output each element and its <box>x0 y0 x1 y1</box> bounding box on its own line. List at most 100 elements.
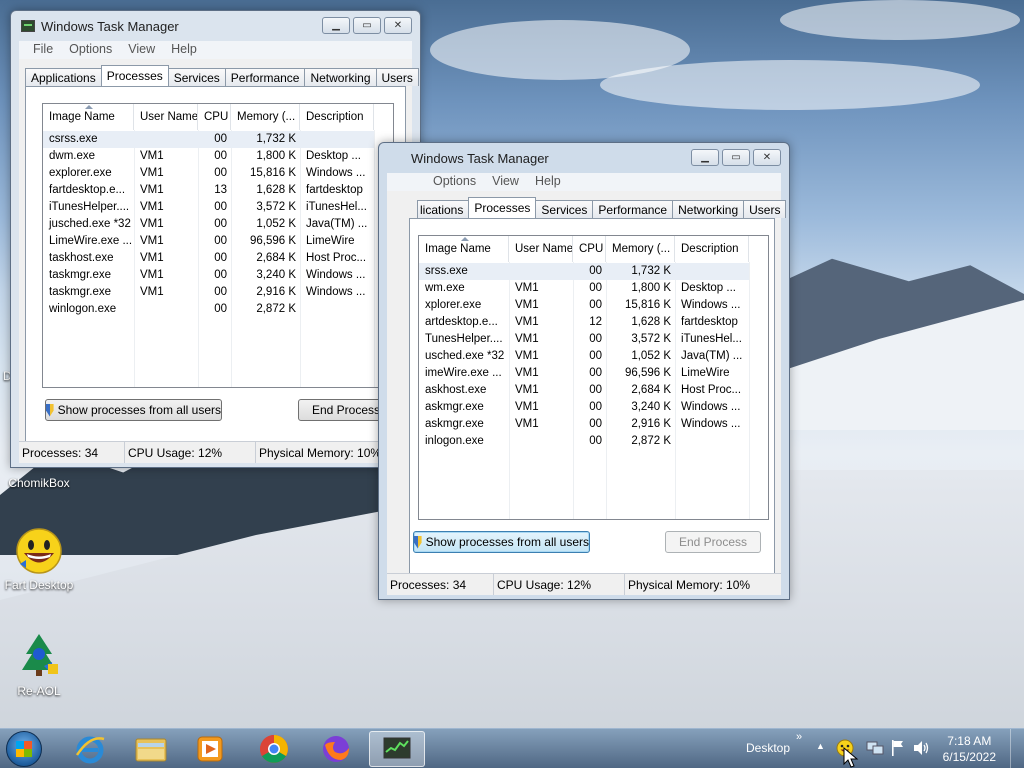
title-bar[interactable]: Windows Task Manager ▁ ▭ ✕ <box>379 143 789 173</box>
table-row[interactable]: winlogon.exe 00 2,872 K <box>43 301 374 318</box>
table-row[interactable]: LimeWire.exe ... VM1 00 96,596 K LimeWire <box>43 233 374 250</box>
network-icon[interactable] <box>866 739 884 768</box>
table-row[interactable]: askmgr.exe VM1 00 2,916 K Windows ... <box>419 416 749 433</box>
minimize-button[interactable]: ▁ <box>322 17 350 34</box>
cell-cpu: 00 <box>214 235 227 247</box>
desktop-toolbar-label[interactable]: Desktop <box>746 741 790 768</box>
table-row[interactable]: usched.exe *32 VM1 00 1,052 K Java(TM) ... <box>419 348 749 365</box>
menu-view[interactable]: View <box>484 173 527 191</box>
show-desktop-button[interactable] <box>1010 729 1024 768</box>
menu-help[interactable]: Help <box>163 41 205 59</box>
tab-networking[interactable]: Networking <box>304 68 377 86</box>
task-manager-window-front[interactable]: Windows Task Manager ▁ ▭ ✕ Options View … <box>378 142 790 600</box>
cell-description: Windows ... <box>306 269 366 281</box>
tab-performance[interactable]: Performance <box>224 68 306 86</box>
table-row[interactable]: dwm.exe VM1 00 1,800 K Desktop ... <box>43 148 374 165</box>
table-row[interactable]: iTunesHelper.... VM1 00 3,572 K iTunesHel... <box>43 199 374 216</box>
maximize-button[interactable]: ▭ <box>353 17 381 34</box>
taskbar-media-player[interactable] <box>182 731 238 767</box>
tab-applications[interactable]: Applications <box>25 68 102 86</box>
column-header-image-name[interactable]: Image Name <box>43 104 134 130</box>
column-header-description[interactable]: Description <box>300 104 374 130</box>
close-button[interactable]: ✕ <box>384 17 412 34</box>
tab-services[interactable]: Services <box>167 68 226 86</box>
tab-processes[interactable]: Processes <box>100 65 169 86</box>
menu-view[interactable]: View <box>120 41 163 59</box>
cell-description: LimeWire <box>681 367 730 379</box>
table-row[interactable]: TunesHelper.... VM1 00 3,572 K iTunesHel... <box>419 331 749 348</box>
desktop-icon-chomikbox[interactable]: ChomikBox <box>3 474 75 490</box>
tab-applications[interactable]: lications <box>417 200 470 218</box>
show-all-processes-button[interactable]: Show processes from all users <box>45 399 222 421</box>
table-row[interactable]: xplorer.exe VM1 00 15,816 K Windows ... <box>419 297 749 314</box>
cell-image-name: LimeWire.exe ... <box>49 235 133 247</box>
task-manager-window-back[interactable]: Windows Task Manager ▁ ▭ ✕ File Options … <box>10 10 421 468</box>
taskbar-internet-explorer[interactable] <box>62 731 118 767</box>
column-header-user-name[interactable]: User Name <box>509 236 573 262</box>
title-bar[interactable]: Windows Task Manager ▁ ▭ ✕ <box>11 11 420 41</box>
maximize-button[interactable]: ▭ <box>722 149 750 166</box>
process-list[interactable]: Image Name User Name CPU Memory (... Des… <box>42 103 394 388</box>
table-row[interactable]: taskhost.exe VM1 00 2,684 K Host Proc... <box>43 250 374 267</box>
taskbar-firefox[interactable] <box>308 731 364 767</box>
tab-performance[interactable]: Performance <box>592 200 674 218</box>
tab-services[interactable]: Services <box>535 200 594 218</box>
desktop-icon-re-aol[interactable]: Re-AOL <box>3 632 75 698</box>
menu-options[interactable]: Options <box>425 173 484 191</box>
tab-processes[interactable]: Processes <box>468 197 537 218</box>
minimize-button[interactable]: ▁ <box>691 149 719 166</box>
taskbar-task-manager[interactable] <box>369 731 425 767</box>
table-row[interactable]: wm.exe VM1 00 1,800 K Desktop ... <box>419 280 749 297</box>
close-button[interactable]: ✕ <box>753 149 781 166</box>
end-process-button[interactable]: End Process <box>665 531 761 553</box>
desktop-icon-fart-desktop[interactable]: Fart Desktop <box>3 526 75 592</box>
minimize-icon: ▁ <box>332 20 340 31</box>
process-list[interactable]: Image Name User Name CPU Memory (... Des… <box>418 235 769 520</box>
column-header-description[interactable]: Description <box>675 236 749 262</box>
tab-users[interactable]: Users <box>743 200 787 218</box>
cell-description <box>675 433 749 450</box>
tab-networking[interactable]: Networking <box>672 200 745 218</box>
table-row[interactable]: imeWire.exe ... VM1 00 96,596 K LimeWire <box>419 365 749 382</box>
column-header-cpu[interactable]: CPU <box>198 104 231 130</box>
start-button[interactable] <box>6 731 42 767</box>
table-row[interactable]: taskmgr.exe VM1 00 3,240 K Windows ... <box>43 267 374 284</box>
status-bar: Processes: 34 CPU Usage: 12% Physical Me… <box>387 573 781 595</box>
cell-image-name: usched.exe *32 <box>425 350 505 362</box>
column-header-user-name[interactable]: User Name <box>134 104 198 130</box>
menu-file[interactable]: File <box>25 41 61 59</box>
table-row[interactable]: inlogon.exe 00 2,872 K <box>419 433 749 450</box>
clock[interactable]: 7:18 AM 6/15/2022 <box>943 733 996 765</box>
taskbar-file-explorer[interactable] <box>123 731 179 767</box>
cell-memory: 3,572 K <box>631 333 671 345</box>
table-row[interactable]: jusched.exe *32 VM1 00 1,052 K Java(TM) ... <box>43 216 374 233</box>
cell-description: iTunesHel... <box>681 333 742 345</box>
menu-help[interactable]: Help <box>527 173 569 191</box>
table-row[interactable]: askmgr.exe VM1 00 3,240 K Windows ... <box>419 399 749 416</box>
table-row[interactable]: artdesktop.e... VM1 12 1,628 K fartdesktop <box>419 314 749 331</box>
tray-expand-icon[interactable]: ▲ <box>816 741 825 768</box>
volume-icon[interactable] <box>912 739 930 768</box>
cell-user-name: VM1 <box>140 235 164 247</box>
table-row[interactable]: csrss.exe 00 1,732 K <box>43 131 374 148</box>
table-row[interactable]: taskmgr.exe VM1 00 2,916 K Windows ... <box>43 284 374 301</box>
cell-user-name <box>509 433 573 450</box>
table-row[interactable]: fartdesktop.e... VM1 13 1,628 K fartdesktop <box>43 182 374 199</box>
column-header-image-name[interactable]: Image Name <box>419 236 509 262</box>
column-header-memory[interactable]: Memory (... <box>606 236 675 262</box>
table-row[interactable]: explorer.exe VM1 00 15,816 K Windows ... <box>43 165 374 182</box>
column-header-memory[interactable]: Memory (... <box>231 104 300 130</box>
taskbar-chrome[interactable] <box>246 731 302 767</box>
menu-options[interactable]: Options <box>61 41 120 59</box>
cell-cpu: 00 <box>589 265 602 277</box>
action-center-flag-icon[interactable] <box>890 739 906 768</box>
cell-description: Desktop ... <box>681 282 736 294</box>
tab-users[interactable]: Users <box>375 68 419 86</box>
column-header-cpu[interactable]: CPU <box>573 236 606 262</box>
cloud <box>600 60 980 110</box>
table-row[interactable]: srss.exe 00 1,732 K <box>419 263 749 280</box>
show-all-processes-button[interactable]: Show processes from all users <box>413 531 590 553</box>
table-row[interactable]: askhost.exe VM1 00 2,684 K Host Proc... <box>419 382 749 399</box>
toolbar-chevron-icon[interactable]: » <box>796 731 802 768</box>
cell-description: Desktop ... <box>306 150 361 162</box>
